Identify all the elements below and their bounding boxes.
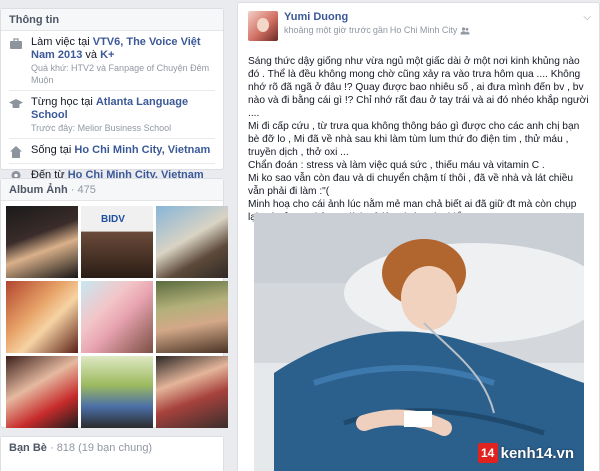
watermark-badge: 14 — [477, 443, 498, 463]
info-lives-row: Sống tại Ho Chi Minh City, Vietnam — [1, 139, 223, 163]
info-card-title: Thông tin — [1, 9, 223, 31]
work-and: và — [82, 49, 101, 61]
post-meta: khoảng một giờ trước gần Ho Chi Minh Cit… — [284, 24, 470, 37]
album-photo[interactable] — [156, 206, 228, 278]
chevron-down-icon[interactable]: ⌵ — [583, 12, 591, 23]
post-photo-image — [254, 213, 584, 471]
lives-prefix: Sống tại — [31, 144, 75, 156]
info-study-row: Từng học tại Atlanta Language School Trư… — [1, 91, 223, 138]
album-photo-logo: BIDV — [101, 214, 125, 225]
album-photo[interactable] — [6, 281, 78, 353]
avatar[interactable] — [248, 11, 278, 41]
album-title[interactable]: Album Ảnh — [9, 184, 68, 196]
album-grid: BIDV — [1, 201, 228, 433]
work-org2-link[interactable]: K+ — [100, 49, 114, 61]
post-photo[interactable]: 14 kenh14.vn — [254, 213, 584, 471]
album-photo[interactable] — [81, 356, 153, 428]
work-prefix: Làm việc tại — [31, 36, 93, 48]
work-sub: Quá khứ: HTV2 và Fanpage of Chuyện Đêm M… — [31, 63, 210, 85]
post-paragraph: Mi ko sao vẫn còn đau và di chuyển chậm … — [248, 173, 574, 197]
post-card: Yumi Duong khoảng một giờ trước gần Ho C… — [237, 2, 600, 471]
post-header: Yumi Duong khoảng một giờ trước gần Ho C… — [238, 3, 599, 45]
friends-count: · 818 (19 bạn chung) — [49, 442, 153, 454]
home-icon — [10, 146, 22, 158]
friends-card-title[interactable]: Bạn Bè · 818 (19 bạn chung) — [1, 437, 223, 459]
album-photo[interactable] — [81, 281, 153, 353]
graduation-cap-icon — [9, 99, 23, 108]
album-photo[interactable] — [6, 356, 78, 428]
post-body: Sáng thức dậy giống như vừa ngủ một giấc… — [238, 45, 599, 224]
post-place[interactable]: Ho Chi Minh City — [390, 24, 458, 37]
info-card: Thông tin Làm việc tại VTV6, The Voice V… — [0, 8, 224, 183]
post-paragraph: Chẩn đoán : stress và làm việc quá sức ,… — [248, 160, 545, 171]
post-near: gần — [372, 25, 388, 35]
album-photo[interactable] — [156, 281, 228, 353]
post-time[interactable]: khoảng một giờ trước — [284, 24, 371, 37]
friends-privacy-icon[interactable] — [460, 26, 470, 36]
post-paragraph: Mi đi cấp cứu , từ trưa qua không thông … — [248, 121, 580, 158]
info-work-row: Làm việc tại VTV6, The Voice Việt Nam 20… — [1, 31, 223, 90]
post-paragraph: Sáng thức dậy giống như vừa ngủ một giấc… — [248, 56, 589, 119]
watermark: 14 kenh14.vn — [477, 443, 574, 463]
study-sub: Trước đây: Melior Business School — [31, 123, 172, 133]
friends-title[interactable]: Bạn Bè — [9, 442, 47, 454]
watermark-text: kenh14.vn — [500, 444, 574, 462]
album-photo[interactable]: BIDV — [81, 206, 153, 278]
briefcase-icon — [10, 38, 22, 49]
album-photo[interactable] — [156, 356, 228, 428]
album-card-title[interactable]: Album Ảnh · 475 — [1, 179, 223, 201]
album-count: · 475 — [70, 184, 96, 196]
lives-city-link[interactable]: Ho Chi Minh City, Vietnam — [74, 144, 210, 156]
album-photo[interactable] — [6, 206, 78, 278]
study-prefix: Từng học tại — [31, 96, 96, 108]
album-card: Album Ảnh · 475 BIDV — [0, 178, 228, 428]
post-author[interactable]: Yumi Duong — [284, 11, 470, 24]
friends-card: Bạn Bè · 818 (19 bạn chung) — [0, 436, 224, 471]
